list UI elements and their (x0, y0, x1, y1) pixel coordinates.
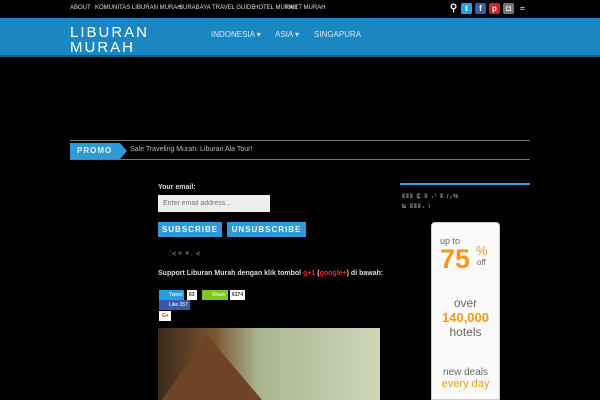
logo-line-2: MURAH (70, 39, 135, 56)
ad-hotels: hotels (449, 325, 482, 339)
pinterest-icon[interactable]: p (489, 3, 500, 14)
ad-every-day: every day (441, 378, 490, 390)
top-bar: ABOUT KOMUNITAS LIBURAN MURAH SURABAYA T… (0, 0, 600, 18)
top-link-tiket[interactable]: TIKET MURAH (285, 5, 326, 11)
promo-link[interactable]: Sale Traveling Murah: Liburan Ala Tour! (130, 146, 252, 153)
promo-label: PROMO (70, 143, 127, 159)
top-link-surabaya[interactable]: SURABAYA TRAVEL GUIDE (179, 5, 255, 11)
support-text: Support Liburan Murah dengan klik tombol… (158, 270, 383, 277)
instagram-icon[interactable]: ◘ (503, 3, 514, 14)
rss-icon[interactable]: ≈ (517, 3, 528, 14)
share-count: 6174 (230, 290, 246, 300)
like-button[interactable]: Like 357 (159, 300, 190, 310)
twitter-icon[interactable]: t (461, 3, 472, 14)
tweet-button[interactable]: Tweet (159, 290, 184, 300)
share-button[interactable]: Share (202, 290, 228, 300)
hotel-ad-banner[interactable]: up to 75% off over 140,000 hotels new dea… (431, 222, 500, 400)
ad-count: 140,000 (442, 310, 489, 325)
ad-percent: 75 (440, 244, 471, 274)
support-pre: Support Liburan Murah dengan klik tombol (158, 270, 304, 277)
logo-line-1: LIBURAN (70, 24, 150, 41)
email-label: Your email: (158, 184, 196, 191)
ad-percent-sign: % (476, 243, 488, 258)
ad-off: off (477, 258, 486, 267)
email-input[interactable] (158, 195, 270, 212)
nav-asia[interactable]: ASIA ▾ (275, 30, 299, 39)
ad-new-deals: new deals (442, 367, 489, 378)
unsubscribe-button[interactable]: UNSUBSCRIBE (227, 222, 306, 237)
top-link-about[interactable]: ABOUT (70, 5, 91, 11)
sidebar-garbled-2: ʨ ʬʬʬ₊ \ (402, 204, 432, 210)
nav-indonesia[interactable]: INDONESIA ▾ (211, 30, 261, 39)
sidebar-divider (400, 183, 530, 185)
gplus-button[interactable]: G+ (159, 311, 171, 321)
photo-rock (162, 335, 262, 400)
garbled-text: ܰ˒ ˂ ʷ ʷ˓ ˂ (168, 251, 202, 258)
g1-text: g+1 (303, 270, 316, 277)
promo-ticker: PROMO Sale Traveling Murah: Liburan Ala … (70, 140, 530, 160)
subscribe-button[interactable]: SUBSCRIBE (158, 222, 222, 237)
site-logo[interactable]: LIBURAN MURAH (70, 25, 149, 55)
sidebar-garbled-1: ʬʬʬ ₵ ʬ ₊ᵗ ʬ ɾ₂% (402, 194, 460, 200)
nav-singapura[interactable]: SINGAPURA (314, 30, 361, 39)
tweet-count: 63 (187, 290, 197, 300)
google-plus-link[interactable]: google+ (320, 270, 347, 277)
sidebar-garbled-text: ʬʬʬ ₵ ʬ ₊ᵗ ʬ ɾ₂% ʨ ʬʬʬ₊ \ (402, 192, 459, 212)
ad-over: over (453, 296, 478, 310)
facebook-icon[interactable]: f (475, 3, 486, 14)
support-post: ) di bawah: (346, 270, 384, 277)
top-link-komunitas[interactable]: KOMUNITAS LIBURAN MURAH (95, 5, 182, 11)
search-icon[interactable]: ⚲ (448, 3, 459, 14)
